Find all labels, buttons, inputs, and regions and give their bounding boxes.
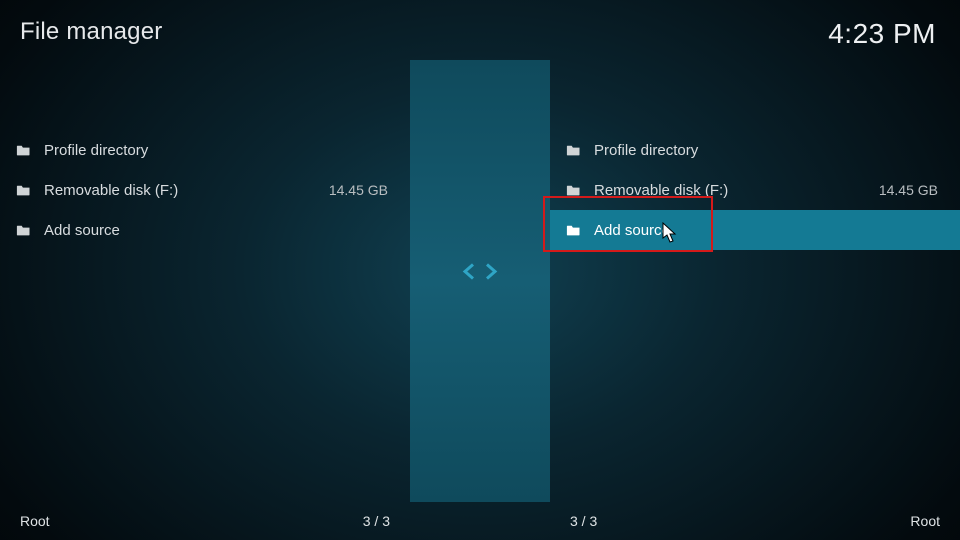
right-count: 3 / 3	[570, 513, 597, 529]
header-bar: File manager 4:23 PM	[0, 0, 960, 60]
folder-icon	[16, 224, 34, 236]
main-area: Profile directory Removable disk (F:) 14…	[0, 60, 960, 502]
list-item-add-source[interactable]: Add source	[550, 210, 960, 250]
clock: 4:23 PM	[828, 18, 936, 50]
folder-icon	[566, 224, 584, 236]
left-file-list: Profile directory Removable disk (F:) 14…	[0, 130, 410, 250]
folder-icon	[566, 184, 584, 196]
footer-bar: Root 3 / 3 3 / 3 Root	[0, 502, 960, 540]
left-footer: Root 3 / 3	[0, 502, 410, 540]
list-item[interactable]: Removable disk (F:) 14.45 GB	[550, 170, 960, 210]
item-label: Add source	[594, 222, 938, 239]
item-label: Profile directory	[594, 142, 938, 159]
left-count: 3 / 3	[363, 513, 390, 529]
right-file-list: Profile directory Removable disk (F:) 14…	[550, 130, 960, 250]
left-pane: Profile directory Removable disk (F:) 14…	[0, 60, 410, 502]
list-item[interactable]: Profile directory	[550, 130, 960, 170]
list-item[interactable]: Removable disk (F:) 14.45 GB	[0, 170, 410, 210]
item-label: Profile directory	[44, 142, 388, 159]
folder-icon	[16, 144, 34, 156]
folder-icon	[16, 184, 34, 196]
folder-icon	[566, 144, 584, 156]
right-path: Root	[910, 513, 940, 529]
footer-divider	[410, 502, 550, 540]
item-size: 14.45 GB	[329, 182, 388, 198]
list-item[interactable]: Profile directory	[0, 130, 410, 170]
right-footer: 3 / 3 Root	[550, 502, 960, 540]
item-label: Removable disk (F:)	[594, 182, 879, 199]
right-pane: Profile directory Removable disk (F:) 14…	[550, 60, 960, 502]
center-divider	[410, 60, 550, 502]
left-path: Root	[20, 513, 50, 529]
item-size: 14.45 GB	[879, 182, 938, 198]
item-label: Add source	[44, 222, 388, 239]
list-item-add-source[interactable]: Add source	[0, 210, 410, 250]
item-label: Removable disk (F:)	[44, 182, 329, 199]
page-title: File manager	[20, 18, 162, 46]
transfer-arrows-icon	[460, 257, 500, 292]
